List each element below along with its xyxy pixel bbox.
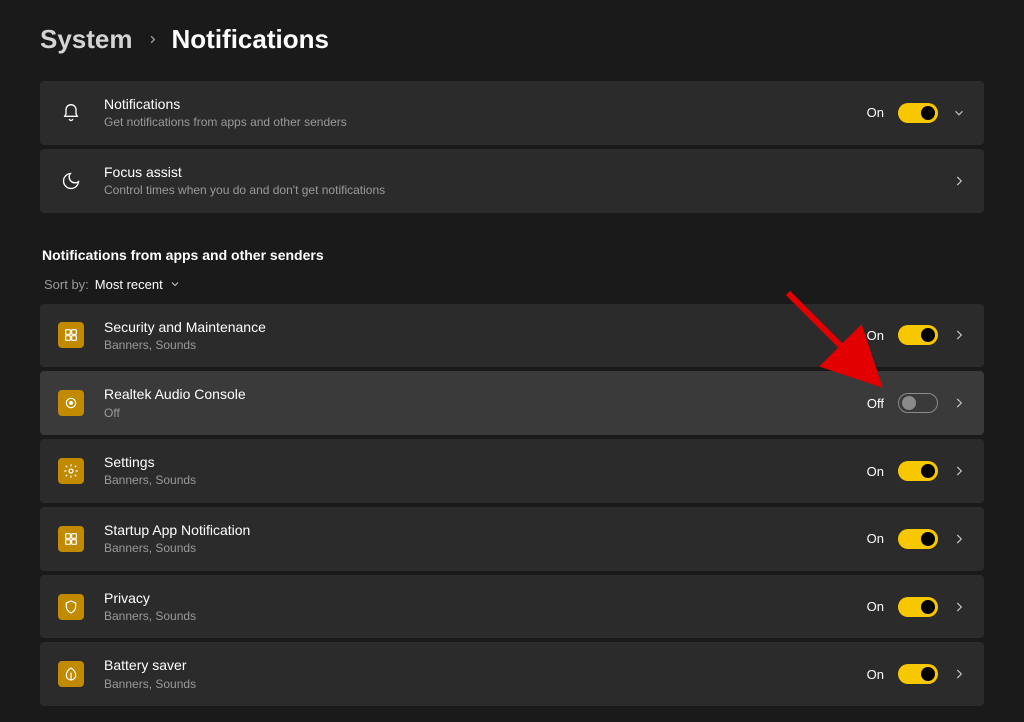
breadcrumb: System Notifications [40, 24, 984, 55]
chevron-right-icon[interactable] [952, 464, 966, 478]
toggle-state-label: On [867, 464, 884, 479]
toggle-state-label: On [867, 667, 884, 682]
row-subtitle: Get notifications from apps and other se… [104, 115, 847, 131]
app-toggle[interactable] [898, 597, 938, 617]
row-subtitle: Banners, Sounds [104, 338, 847, 354]
sort-value: Most recent [95, 277, 163, 292]
chevron-right-icon[interactable] [952, 328, 966, 342]
toggle-state-label: On [867, 599, 884, 614]
row-subtitle: Control times when you do and don't get … [104, 183, 932, 199]
app-row-text: Security and Maintenance Banners, Sounds [104, 318, 847, 354]
toggle-state-label: On [867, 328, 884, 343]
chevron-right-icon [147, 34, 158, 45]
chevron-right-icon[interactable] [952, 396, 966, 410]
chevron-right-icon[interactable] [952, 667, 966, 681]
toggle-state-label: On [867, 105, 884, 120]
chevron-right-icon[interactable] [952, 174, 966, 188]
gear-icon [58, 458, 84, 484]
row-title: Settings [104, 453, 847, 471]
app-notification-row[interactable]: Security and Maintenance Banners, Sounds O… [40, 304, 984, 368]
shield-icon [58, 594, 84, 620]
app-notification-row[interactable]: Settings Banners, Sounds On [40, 439, 984, 503]
app-row-text: Realtek Audio Console Off [104, 385, 847, 421]
apps-section-header: Notifications from apps and other sender… [42, 247, 984, 263]
toggle-state-label: On [867, 531, 884, 546]
row-title: Realtek Audio Console [104, 385, 847, 403]
row-title: Privacy [104, 589, 847, 607]
row-subtitle: Off [104, 406, 847, 422]
chevron-down-icon [169, 278, 181, 290]
app-toggle[interactable] [898, 664, 938, 684]
row-subtitle: Banners, Sounds [104, 677, 847, 693]
sort-by-dropdown[interactable]: Sort by: Most recent [44, 277, 984, 292]
leaf-icon [58, 661, 84, 687]
app-row-text: Battery saver Banners, Sounds [104, 656, 847, 692]
app-notification-row[interactable]: Startup App Notification Banners, Sounds O… [40, 507, 984, 571]
app-row-text: Settings Banners, Sounds [104, 453, 847, 489]
row-title: Battery saver [104, 656, 847, 674]
app-toggle[interactable] [898, 393, 938, 413]
app-row-text: Privacy Banners, Sounds [104, 589, 847, 625]
app-notification-row[interactable]: Battery saver Banners, Sounds On [40, 642, 984, 706]
app-toggle[interactable] [898, 529, 938, 549]
notifications-master-toggle[interactable] [898, 103, 938, 123]
circle-icon [58, 390, 84, 416]
chevron-right-icon[interactable] [952, 532, 966, 546]
breadcrumb-current: Notifications [172, 24, 329, 55]
grid-icon [58, 322, 84, 348]
notifications-master-text: Notifications Get notifications from app… [104, 95, 847, 131]
grid-icon [58, 526, 84, 552]
moon-icon [58, 171, 84, 191]
row-subtitle: Banners, Sounds [104, 473, 847, 489]
sort-label: Sort by: [44, 277, 89, 292]
row-subtitle: Banners, Sounds [104, 609, 847, 625]
notifications-master-row[interactable]: Notifications Get notifications from app… [40, 81, 984, 145]
row-subtitle: Banners, Sounds [104, 541, 847, 557]
row-title: Startup App Notification [104, 521, 847, 539]
breadcrumb-parent[interactable]: System [40, 24, 133, 55]
toggle-state-label: Off [867, 396, 884, 411]
app-row-text: Startup App Notification Banners, Sounds [104, 521, 847, 557]
chevron-down-icon[interactable] [952, 106, 966, 120]
bell-icon [58, 103, 84, 123]
app-notification-row[interactable]: Privacy Banners, Sounds On [40, 575, 984, 639]
row-title: Notifications [104, 95, 847, 113]
row-title: Security and Maintenance [104, 318, 847, 336]
chevron-right-icon[interactable] [952, 600, 966, 614]
app-toggle[interactable] [898, 461, 938, 481]
row-title: Focus assist [104, 163, 932, 181]
focus-assist-text: Focus assist Control times when you do a… [104, 163, 932, 199]
app-notification-row[interactable]: Realtek Audio Console Off Off [40, 371, 984, 435]
focus-assist-row[interactable]: Focus assist Control times when you do a… [40, 149, 984, 213]
app-toggle[interactable] [898, 325, 938, 345]
